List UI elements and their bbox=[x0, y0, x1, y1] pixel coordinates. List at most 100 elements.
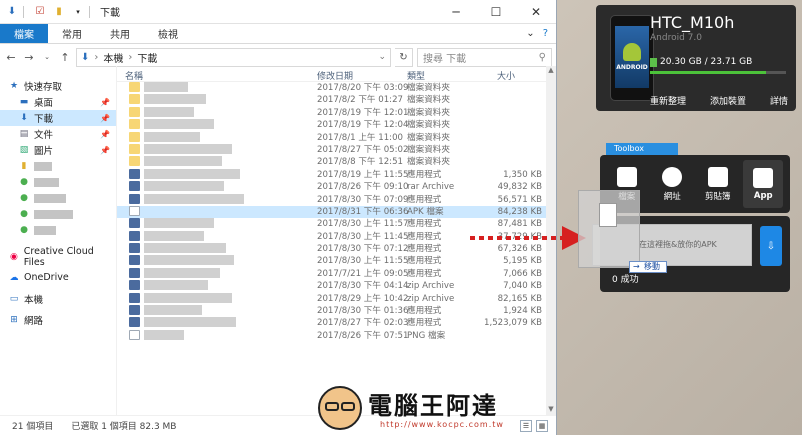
nav-bottom-item-1[interactable]: ☁ OneDrive bbox=[0, 267, 116, 288]
nav-item-redacted[interactable]: ▮ bbox=[0, 158, 116, 174]
application-icon bbox=[129, 280, 140, 291]
redacted-filename bbox=[144, 131, 200, 142]
column-headers: 名稱 ^ 修改日期 類型 大小 bbox=[117, 66, 556, 82]
search-icon: ⚲ bbox=[538, 51, 546, 63]
address-bar[interactable]: ⬇ › 本機 › 下載 ⌄ bbox=[76, 47, 391, 67]
minimize-button[interactable]: ─ bbox=[436, 0, 476, 24]
nav-bottom-item-0[interactable]: ◉ Creative Cloud Files bbox=[0, 246, 116, 268]
desktop-icon: ▬ bbox=[19, 97, 29, 107]
column-type[interactable]: 類型 bbox=[407, 69, 425, 82]
help-icon[interactable]: ? bbox=[543, 28, 548, 39]
file-row[interactable]: 2017/8/27 下午 02:03 應用程式 1,523,079 KB bbox=[117, 317, 556, 329]
file-row[interactable]: 2017/8/30 上午 11:55 應用程式 5,195 KB bbox=[117, 255, 556, 267]
file-row[interactable]: 2017/8/30 下午 07:09 應用程式 56,571 KB bbox=[117, 193, 556, 206]
file-row[interactable]: 2017/8/19 下午 12:01 檔案資料夾 bbox=[117, 106, 556, 119]
toolbox-tab[interactable]: Toolbox bbox=[606, 143, 678, 155]
file-size: 7,066 KB bbox=[503, 268, 542, 279]
nav-item-0[interactable]: ★ 快速存取 bbox=[0, 78, 116, 94]
new-folder-icon[interactable]: ▮ bbox=[52, 5, 66, 19]
nav-item-redacted[interactable]: ● bbox=[0, 190, 116, 206]
back-icon[interactable]: ← bbox=[4, 51, 18, 64]
refresh-icon[interactable]: ↻ bbox=[395, 47, 413, 67]
nav-item-label: 網路 bbox=[24, 315, 44, 327]
download-folder-icon: ⬇ bbox=[7, 6, 17, 17]
file-type: 檔案資料夾 bbox=[407, 95, 450, 106]
file-date: 2017/8/20 下午 03:09 bbox=[317, 83, 409, 93]
file-row[interactable]: 2017/8/8 下午 12:51 檔案資料夾 bbox=[117, 156, 556, 168]
tool-clipboard[interactable]: 剪貼簿 bbox=[698, 160, 738, 208]
expand-ribbon-icon[interactable]: ⌄ bbox=[526, 28, 534, 39]
forward-icon[interactable]: → bbox=[22, 51, 36, 64]
sync-folder-icon: ● bbox=[20, 177, 28, 187]
refresh-button[interactable]: 重新整理 bbox=[650, 94, 686, 107]
file-row[interactable]: 2017/7/21 上午 09:05 應用程式 7,066 KB bbox=[117, 267, 556, 280]
tool-url[interactable]: 網址 bbox=[652, 160, 692, 208]
column-name[interactable]: 名稱 bbox=[125, 69, 143, 82]
add-device-button[interactable]: 添加裝置 bbox=[710, 94, 746, 107]
file-row[interactable]: 2017/8/20 下午 03:09 檔案資料夾 bbox=[117, 82, 556, 94]
install-apk-button[interactable]: ⇩ bbox=[760, 226, 782, 266]
tab-view[interactable]: 檢視 bbox=[144, 24, 192, 43]
file-row[interactable]: 2017/8/19 下午 12:04 檔案資料夾 bbox=[117, 119, 556, 131]
customize-toolbar-icon[interactable]: ▾ bbox=[71, 5, 85, 19]
breadcrumb-downloads[interactable]: 下載 bbox=[137, 50, 157, 65]
up-icon[interactable]: ↑ bbox=[58, 51, 72, 64]
search-input[interactable]: 搜尋 下載 ⚲ bbox=[417, 47, 552, 67]
dragged-file-ghost bbox=[578, 190, 640, 268]
tool-app[interactable]: App bbox=[743, 160, 784, 208]
address-dropdown-icon[interactable]: ⌄ bbox=[378, 52, 386, 62]
folder-icon bbox=[129, 131, 140, 142]
scroll-up-icon[interactable]: ▲ bbox=[546, 66, 556, 76]
file-row[interactable]: 2017/8/26 下午 07:51 PNG 檔案 bbox=[117, 329, 556, 342]
recent-locations-icon[interactable]: ⌄ bbox=[40, 53, 54, 61]
application-icon bbox=[129, 305, 140, 316]
file-row[interactable]: 2017/8/1 上午 11:00 檔案資料夾 bbox=[117, 131, 556, 144]
watermark-text: 電腦王阿達 bbox=[368, 391, 498, 420]
nav-item-3[interactable]: ▤ 文件 📌 bbox=[0, 126, 116, 142]
file-row[interactable]: 2017/8/30 下午 01:36 應用程式 1,924 KB bbox=[117, 305, 556, 317]
nav-bottom-item-2[interactable]: ▭ 本機 bbox=[0, 288, 116, 309]
file-row[interactable]: 2017/8/31 下午 06:36 APK 檔案 84,238 KB bbox=[117, 205, 556, 219]
file-size: 82,165 KB bbox=[497, 293, 542, 304]
file-type: 檔案資料夾 bbox=[407, 132, 450, 143]
file-row[interactable]: 2017/8/27 下午 05:02 檔案資料夾 bbox=[117, 143, 556, 156]
file-type: 應用程式 bbox=[407, 231, 442, 242]
nav-item-1[interactable]: ▬ 桌面 📌 bbox=[0, 94, 116, 110]
folder-icon bbox=[129, 156, 140, 167]
nav-item-redacted[interactable]: ● bbox=[0, 222, 116, 238]
file-date: 2017/8/26 下午 07:51 bbox=[317, 330, 409, 341]
nav-item-2[interactable]: ⬇ 下載 📌 bbox=[0, 110, 116, 126]
file-row[interactable]: 2017/8/19 上午 11:55 應用程式 1,350 KB bbox=[117, 168, 556, 181]
selection-info: 已選取 1 個項目 82.3 MB bbox=[71, 422, 177, 432]
maximize-button[interactable]: ☐ bbox=[476, 0, 516, 24]
close-button[interactable]: ✕ bbox=[516, 0, 556, 24]
column-size[interactable]: 大小 bbox=[497, 69, 515, 82]
file-row[interactable]: 2017/8/30 下午 04:14 zip Archive 7,040 KB bbox=[117, 280, 556, 292]
tab-home[interactable]: 常用 bbox=[48, 24, 96, 43]
nav-item-4[interactable]: ▧ 圖片 📌 bbox=[0, 142, 116, 158]
download-icon: ⬇ bbox=[20, 113, 28, 123]
redacted-filename bbox=[144, 106, 194, 117]
properties-icon[interactable]: ☑ bbox=[33, 5, 47, 19]
tab-file[interactable]: 檔案 bbox=[0, 24, 48, 43]
nav-item-label: 快速存取 bbox=[24, 82, 63, 93]
title-bar: ⬇ ☑ ▮ ▾ 下載 ─ ☐ ✕ bbox=[0, 0, 556, 24]
success-count: 0 成功 bbox=[612, 275, 639, 285]
file-row[interactable]: 2017/8/2 下午 01:27 檔案資料夾 bbox=[117, 94, 556, 106]
nav-item-redacted[interactable]: ● bbox=[0, 174, 116, 190]
breadcrumb-computer[interactable]: 本機 bbox=[103, 50, 123, 65]
nav-bottom-item-3[interactable]: ⊞ 網路 bbox=[0, 309, 116, 330]
details-button[interactable]: 詳情 bbox=[770, 94, 788, 107]
file-size: 49,832 KB bbox=[497, 182, 542, 193]
application-icon bbox=[129, 168, 140, 179]
tab-share[interactable]: 共用 bbox=[96, 24, 144, 43]
column-date[interactable]: 修改日期 bbox=[317, 69, 353, 82]
redacted-filename bbox=[144, 143, 232, 154]
redacted-filename bbox=[144, 305, 202, 316]
application-icon bbox=[129, 267, 140, 278]
document-icon bbox=[129, 329, 140, 340]
file-row[interactable]: 2017/8/26 下午 09:10 rar Archive 49,832 KB bbox=[117, 181, 556, 193]
file-row[interactable]: 2017/8/29 上午 10:42 zip Archive 82,165 KB bbox=[117, 292, 556, 305]
file-type: 應用程式 bbox=[407, 268, 442, 279]
nav-item-redacted[interactable]: ● bbox=[0, 206, 116, 222]
